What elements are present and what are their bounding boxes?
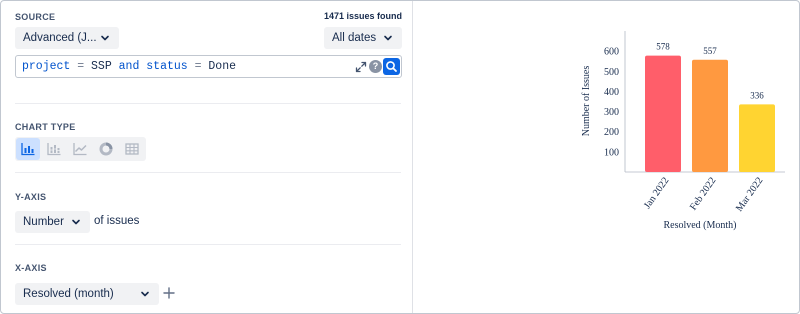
y-tick-label: 600 xyxy=(604,47,619,58)
bar-mar-2022[interactable] xyxy=(739,104,775,172)
issues-found-count: 1471 issues found xyxy=(323,11,402,21)
jql-token: SSP xyxy=(91,60,112,73)
source-section-title: SOURCE xyxy=(15,12,56,22)
chart-type-selector xyxy=(15,137,146,161)
y-axis-measure-dropdown[interactable]: Number xyxy=(15,211,90,233)
bar-jan-2022[interactable] xyxy=(645,55,681,172)
expand-icon[interactable] xyxy=(355,61,367,73)
search-button[interactable] xyxy=(383,58,400,75)
chart-type-donut-button[interactable] xyxy=(94,138,118,160)
x-axis-section-title: X-AXIS xyxy=(15,263,47,273)
bar-chart-icon xyxy=(21,143,35,156)
x-axis-field-label: Resolved (month) xyxy=(23,288,114,300)
date-filter-label: All dates xyxy=(332,32,377,44)
report-editor: SOURCE 1471 issues found Advanced (J... … xyxy=(0,0,800,314)
y-axis-suffix-label: of issues xyxy=(94,215,140,227)
jql-token: = xyxy=(70,60,92,73)
y-tick-label: 100 xyxy=(604,147,619,158)
table-icon xyxy=(125,143,139,155)
query-type-dropdown[interactable]: Advanced (J... xyxy=(15,27,119,49)
y-tick-label: 300 xyxy=(604,107,619,118)
jql-query-text[interactable]: project = SSP and status = Done xyxy=(22,60,236,73)
x-tick-label: Jan 2022 xyxy=(642,175,672,211)
y-axis-measure-label: Number xyxy=(23,216,64,228)
y-tick-label: 500 xyxy=(604,67,619,78)
jql-token: status xyxy=(146,60,188,73)
x-axis-field-dropdown[interactable]: Resolved (month) xyxy=(15,283,159,305)
bars: 578 Jan 2022 557 Feb 2022 336 Mar 2022 xyxy=(642,42,775,214)
y-tick-label: 400 xyxy=(604,87,619,98)
chart-type-section-title: CHART TYPE xyxy=(15,122,76,132)
line-chart-icon xyxy=(73,143,87,156)
donut-chart-icon xyxy=(99,142,113,156)
x-tick-label: Feb 2022 xyxy=(688,175,719,212)
chart-type-table-button[interactable] xyxy=(120,138,144,160)
bar-feb-2022[interactable] xyxy=(692,59,728,172)
chevron-down-icon xyxy=(384,35,392,41)
jql-query-input[interactable]: project = SSP and status = Done ? xyxy=(15,55,402,78)
divider xyxy=(15,244,401,245)
config-panel: SOURCE 1471 issues found Advanced (J... … xyxy=(1,1,413,313)
chevron-down-icon xyxy=(72,219,80,225)
jql-token: and xyxy=(111,60,147,73)
x-tick-label: Mar 2022 xyxy=(734,175,765,213)
bar-chart: 100 200 300 400 500 600 578 Jan 2022 557 Feb 202… xyxy=(581,31,785,231)
date-filter-dropdown[interactable]: All dates xyxy=(324,27,402,49)
jql-token: Done xyxy=(208,60,237,73)
chevron-down-icon xyxy=(101,35,109,41)
chart-type-stacked-bar-button[interactable] xyxy=(42,138,66,160)
query-type-label: Advanced (J... xyxy=(23,32,97,44)
stacked-bar-chart-icon xyxy=(47,143,61,156)
chart-panel: 100 200 300 400 500 600 578 Jan 2022 557 Feb 202… xyxy=(413,1,799,313)
y-tick-label: 200 xyxy=(604,127,619,138)
divider xyxy=(15,103,401,104)
x-axis-title: Resolved (Month) xyxy=(663,220,736,231)
divider xyxy=(15,172,401,173)
jql-token: = xyxy=(187,60,209,73)
data-label: 336 xyxy=(750,90,764,100)
y-axis-title: Number of Issues xyxy=(581,66,592,137)
chart-type-line-button[interactable] xyxy=(68,138,92,160)
chevron-down-icon xyxy=(141,291,149,297)
help-icon[interactable]: ? xyxy=(369,60,382,73)
data-label: 578 xyxy=(656,42,670,52)
y-ticks: 100 200 300 400 500 600 xyxy=(604,47,619,159)
jql-token: project xyxy=(22,60,71,73)
data-label: 557 xyxy=(703,46,717,56)
search-icon xyxy=(386,61,397,72)
add-field-icon[interactable] xyxy=(162,286,176,300)
y-axis-section-title: Y-AXIS xyxy=(15,192,47,202)
chart-type-bar-button[interactable] xyxy=(16,138,40,160)
